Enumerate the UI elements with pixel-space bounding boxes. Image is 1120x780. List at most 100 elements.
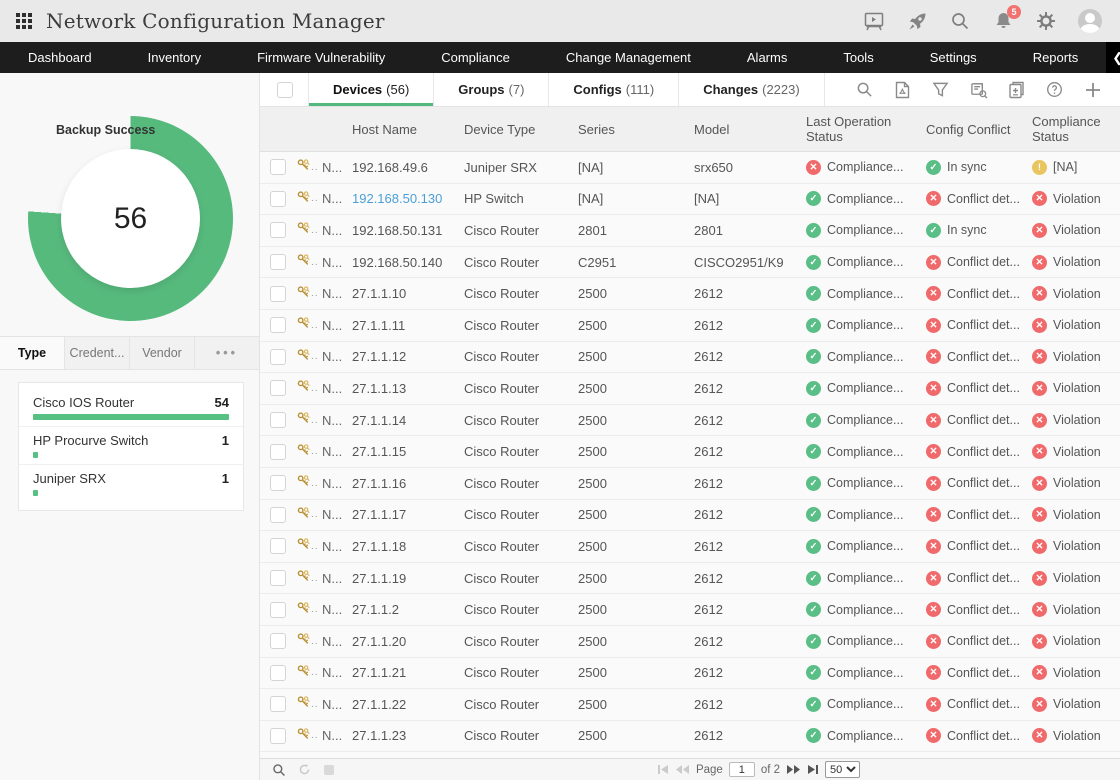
host-name[interactable]: 27.1.1.13 bbox=[352, 381, 464, 396]
host-name[interactable]: 27.1.1.10 bbox=[352, 286, 464, 301]
host-name[interactable]: 192.168.50.130 bbox=[352, 191, 464, 206]
host-name[interactable]: 192.168.49.6 bbox=[352, 160, 464, 175]
compliance-status-text[interactable]: Violation bbox=[1053, 318, 1101, 332]
compliance-status-text[interactable]: Violation bbox=[1053, 571, 1101, 585]
device-name-truncated[interactable]: N... bbox=[322, 191, 352, 206]
row-checkbox[interactable] bbox=[270, 380, 286, 396]
col-host-name[interactable]: Host Name bbox=[352, 122, 464, 137]
config-conflict-status-text[interactable]: Conflict det... bbox=[947, 697, 1020, 711]
last-operation-status-text[interactable]: Compliance... bbox=[827, 318, 903, 332]
last-operation-status-text[interactable]: Compliance... bbox=[827, 255, 903, 269]
host-name[interactable]: 27.1.1.12 bbox=[352, 349, 464, 364]
device-name-truncated[interactable]: N... bbox=[322, 223, 352, 238]
compliance-status-text[interactable]: Violation bbox=[1053, 508, 1101, 522]
device-table-row[interactable]: .. N... 27.1.1.16 Cisco Router 2500 2612… bbox=[260, 468, 1120, 500]
last-operation-status-text[interactable]: Compliance... bbox=[827, 634, 903, 648]
settings-gear-icon[interactable] bbox=[1035, 10, 1057, 32]
last-page-icon[interactable] bbox=[807, 764, 819, 775]
config-conflict-status-text[interactable]: In sync bbox=[947, 160, 987, 174]
host-name[interactable]: 27.1.1.19 bbox=[352, 571, 464, 586]
device-name-truncated[interactable]: N... bbox=[322, 697, 352, 712]
device-table-row[interactable]: .. N... 27.1.1.21 Cisco Router 2500 2612… bbox=[260, 658, 1120, 690]
row-checkbox[interactable] bbox=[270, 728, 286, 744]
device-table-row[interactable]: .. N... 27.1.1.14 Cisco Router 2500 2612… bbox=[260, 405, 1120, 437]
device-type-row[interactable]: HP Procurve Switch 1 bbox=[19, 427, 243, 465]
nav-item-compliance[interactable]: Compliance bbox=[413, 42, 538, 73]
compliance-status-text[interactable]: Violation bbox=[1053, 381, 1101, 395]
compliance-status-text[interactable]: Violation bbox=[1053, 476, 1101, 490]
last-operation-status-text[interactable]: Compliance... bbox=[827, 413, 903, 427]
config-conflict-status-text[interactable]: Conflict det... bbox=[947, 445, 1020, 459]
nav-scroll-left-icon[interactable]: ❮ bbox=[1106, 50, 1120, 66]
device-name-truncated[interactable]: N... bbox=[322, 602, 352, 617]
row-checkbox[interactable] bbox=[270, 665, 286, 681]
nav-item-tools[interactable]: Tools bbox=[815, 42, 901, 73]
device-name-truncated[interactable]: N... bbox=[322, 571, 352, 586]
nav-item-reports[interactable]: Reports bbox=[1005, 42, 1107, 73]
last-operation-status-text[interactable]: Compliance... bbox=[827, 508, 903, 522]
page-size-select[interactable]: 50 bbox=[825, 761, 860, 778]
config-conflict-status-text[interactable]: Conflict det... bbox=[947, 255, 1020, 269]
backup-success-donut-chart[interactable]: 56 bbox=[28, 116, 233, 321]
row-checkbox[interactable] bbox=[270, 475, 286, 491]
tab-groups[interactable]: Groups(7) bbox=[433, 73, 548, 106]
device-name-truncated[interactable]: N... bbox=[322, 381, 352, 396]
compliance-status-text[interactable]: Violation bbox=[1053, 255, 1101, 269]
tab-configs[interactable]: Configs(111) bbox=[548, 73, 678, 106]
row-checkbox[interactable] bbox=[270, 412, 286, 428]
row-checkbox[interactable] bbox=[270, 444, 286, 460]
device-name-truncated[interactable]: N... bbox=[322, 665, 352, 680]
compliance-status-text[interactable]: Violation bbox=[1053, 287, 1101, 301]
col-device-type[interactable]: Device Type bbox=[464, 122, 578, 137]
config-conflict-status-text[interactable]: Conflict det... bbox=[947, 381, 1020, 395]
device-name-truncated[interactable]: N... bbox=[322, 286, 352, 301]
host-name[interactable]: 192.168.50.140 bbox=[352, 255, 464, 270]
last-operation-status-text[interactable]: Compliance... bbox=[827, 223, 903, 237]
config-conflict-status-text[interactable]: Conflict det... bbox=[947, 729, 1020, 743]
device-type-row[interactable]: Cisco IOS Router 54 bbox=[19, 389, 243, 427]
device-name-truncated[interactable]: N... bbox=[322, 255, 352, 270]
host-name[interactable]: 27.1.1.23 bbox=[352, 728, 464, 743]
prev-page-icon[interactable] bbox=[675, 764, 690, 775]
last-operation-status-text[interactable]: Compliance... bbox=[827, 571, 903, 585]
host-name[interactable]: 27.1.1.14 bbox=[352, 413, 464, 428]
device-name-truncated[interactable]: N... bbox=[322, 444, 352, 459]
compliance-status-text[interactable]: Violation bbox=[1053, 539, 1101, 553]
filter-funnel-icon[interactable] bbox=[931, 80, 950, 99]
config-conflict-status-text[interactable]: Conflict det... bbox=[947, 287, 1020, 301]
row-checkbox[interactable] bbox=[270, 254, 286, 270]
compliance-status-text[interactable]: Violation bbox=[1053, 445, 1101, 459]
compliance-status-text[interactable]: Violation bbox=[1053, 223, 1101, 237]
config-conflict-status-text[interactable]: Conflict det... bbox=[947, 350, 1020, 364]
last-operation-status-text[interactable]: Compliance... bbox=[827, 476, 903, 490]
host-name[interactable]: 27.1.1.16 bbox=[352, 476, 464, 491]
last-operation-status-text[interactable]: Compliance... bbox=[827, 287, 903, 301]
last-operation-status-text[interactable]: Compliance... bbox=[827, 192, 903, 206]
host-name[interactable]: 27.1.1.20 bbox=[352, 634, 464, 649]
config-conflict-status-text[interactable]: Conflict det... bbox=[947, 603, 1020, 617]
device-table-row[interactable]: .. N... 27.1.1.2 Cisco Router 2500 2612 … bbox=[260, 594, 1120, 626]
row-checkbox[interactable] bbox=[270, 286, 286, 302]
tab-changes[interactable]: Changes(2223) bbox=[678, 73, 824, 106]
device-table-row[interactable]: .. N... 27.1.1.23 Cisco Router 2500 2612… bbox=[260, 721, 1120, 753]
config-conflict-status-text[interactable]: Conflict det... bbox=[947, 413, 1020, 427]
device-table-row[interactable]: .. N... 27.1.1.13 Cisco Router 2500 2612… bbox=[260, 373, 1120, 405]
row-checkbox[interactable] bbox=[270, 602, 286, 618]
user-avatar[interactable] bbox=[1078, 9, 1102, 33]
last-operation-status-text[interactable]: Compliance... bbox=[827, 350, 903, 364]
last-operation-status-text[interactable]: Compliance... bbox=[827, 381, 903, 395]
device-table-row[interactable]: .. N... 27.1.1.12 Cisco Router 2500 2612… bbox=[260, 342, 1120, 374]
device-table-row[interactable]: .. N... 27.1.1.18 Cisco Router 2500 2612… bbox=[260, 531, 1120, 563]
host-name[interactable]: 27.1.1.15 bbox=[352, 444, 464, 459]
nav-item-settings[interactable]: Settings bbox=[902, 42, 1005, 73]
last-operation-status-text[interactable]: Compliance... bbox=[827, 445, 903, 459]
sidebar-tab-credent[interactable]: Credent... bbox=[65, 337, 130, 369]
compliance-status-text[interactable]: Violation bbox=[1053, 350, 1101, 364]
host-name[interactable]: 27.1.1.2 bbox=[352, 602, 464, 617]
nav-item-inventory[interactable]: Inventory bbox=[120, 42, 229, 73]
device-name-truncated[interactable]: N... bbox=[322, 476, 352, 491]
nav-item-firmware-vulnerability[interactable]: Firmware Vulnerability bbox=[229, 42, 413, 73]
last-operation-status-text[interactable]: Compliance... bbox=[827, 697, 903, 711]
config-conflict-status-text[interactable]: Conflict det... bbox=[947, 508, 1020, 522]
compliance-status-text[interactable]: Violation bbox=[1053, 666, 1101, 680]
